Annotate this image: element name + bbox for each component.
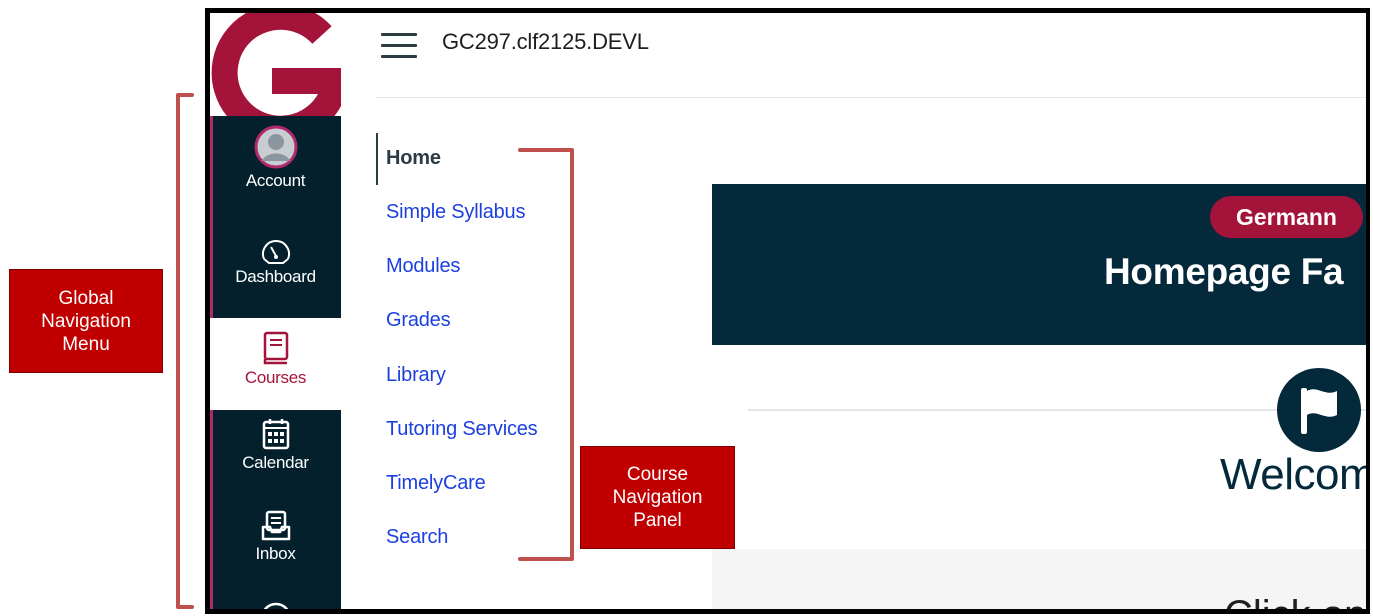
hamburger-icon[interactable]: [381, 33, 417, 63]
courses-book-icon: [263, 331, 288, 365]
active-item-indicator: [376, 133, 378, 185]
global-navigation-callout: Global Navigation Menu: [9, 269, 163, 373]
global-nav-calendar-label: Calendar: [242, 453, 309, 472]
inbox-icon: [261, 510, 290, 541]
college-logo[interactable]: [210, 13, 341, 116]
flag-icon: [1277, 368, 1361, 452]
banner-title: Homepage Fa: [1104, 251, 1344, 292]
course-header: GC297.clf2125.DEVL: [341, 13, 1366, 98]
global-nav-calendar[interactable]: Calendar: [210, 417, 341, 473]
global-nav-help[interactable]: [210, 601, 341, 609]
global-nav-dashboard[interactable]: Dashboard: [210, 237, 341, 287]
instructions-heading: Click on an Icon or Bu: [1224, 593, 1366, 609]
global-navigation-callout-text: Global Navigation Menu: [41, 287, 131, 355]
account-avatar-icon: [254, 125, 297, 169]
global-nav-courses-label: Courses: [244, 368, 307, 387]
course-nav-search[interactable]: Search: [386, 526, 448, 549]
global-nav-inbox-label: Inbox: [255, 544, 296, 563]
course-breadcrumb[interactable]: GC297.clf2125.DEVL: [442, 29, 649, 55]
content-divider: [748, 409, 1366, 411]
screenshot-frame: Account Dashboard Courses Calendar Inbox…: [205, 8, 1370, 614]
global-navigation: Account Dashboard Courses Calendar Inbox: [210, 13, 341, 609]
course-nav-simple-syllabus[interactable]: Simple Syllabus: [386, 201, 525, 224]
course-navigation-bracket: [518, 148, 574, 561]
global-nav-account-label: Account: [245, 171, 306, 190]
global-nav-account[interactable]: Account: [210, 125, 341, 191]
course-navigation-callout-text: Course Navigation Panel: [612, 464, 703, 531]
instructions-box: Click on an Icon or Bu: [712, 549, 1366, 609]
homepage-banner: Germann Homepage Fa: [712, 184, 1366, 345]
course-nav-grades[interactable]: Grades: [386, 309, 451, 332]
welcome-heading: Welcom: [1220, 450, 1370, 499]
global-navigation-bracket: [176, 93, 194, 609]
global-nav-dashboard-label: Dashboard: [235, 267, 316, 286]
dashboard-gauge-icon: [261, 240, 290, 264]
course-nav-tutoring-services[interactable]: Tutoring Services: [386, 418, 538, 441]
course-nav-modules[interactable]: Modules: [386, 255, 460, 278]
help-icon: [263, 602, 288, 609]
college-pill: Germann: [1210, 196, 1363, 238]
global-nav-courses[interactable]: Courses: [210, 318, 341, 410]
course-nav-library[interactable]: Library: [386, 364, 446, 387]
header-divider: [376, 97, 1366, 98]
course-navigation-callout: Course Navigation Panel: [580, 446, 735, 549]
course-nav-home[interactable]: Home: [386, 147, 441, 170]
calendar-icon: [262, 419, 289, 450]
global-nav-inbox[interactable]: Inbox: [210, 510, 341, 564]
course-nav-timelycare[interactable]: TimelyCare: [386, 472, 486, 495]
